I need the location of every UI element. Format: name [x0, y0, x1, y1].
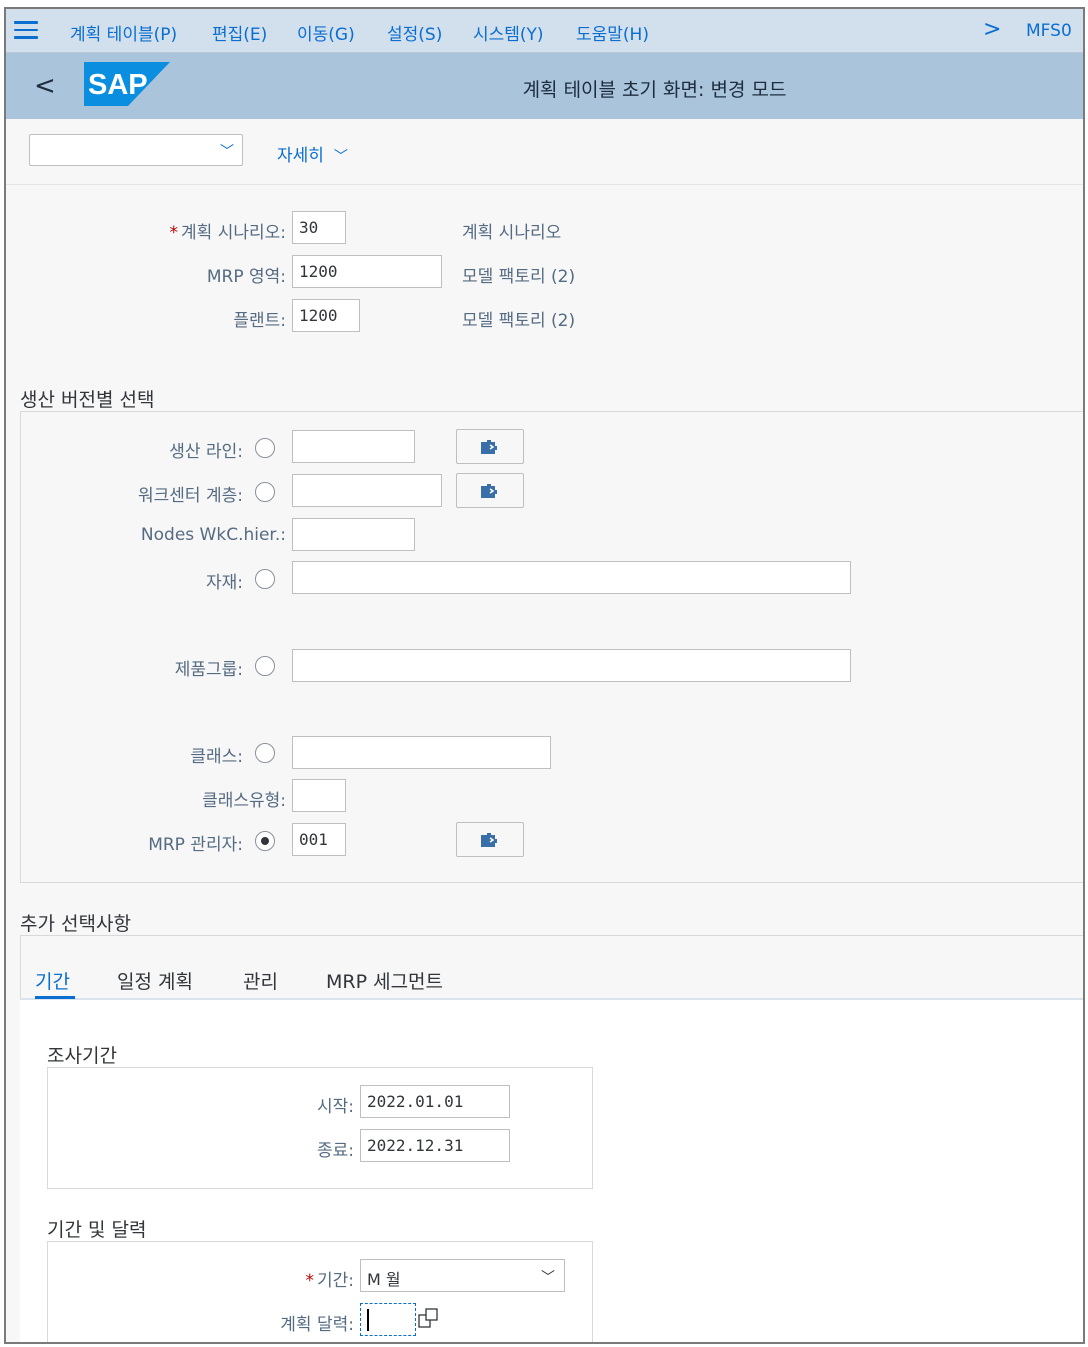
text-cursor — [367, 1309, 369, 1331]
mrp-controller-selection-button[interactable] — [456, 822, 524, 857]
end-date-input[interactable]: 2022.12.31 — [360, 1129, 510, 1162]
wc-hier-selection-button[interactable] — [456, 473, 524, 508]
tab-administration[interactable]: 관리 — [243, 967, 278, 994]
product-group-label: 제품그룹: — [174, 660, 243, 680]
plant-input[interactable]: 1200 — [292, 299, 360, 332]
mrp-controller-label: MRP 관리자: — [148, 835, 243, 855]
menu-planning-table[interactable]: 계획 테이블(P) — [70, 20, 177, 45]
calendar-label: 계획 달력: — [280, 1315, 354, 1335]
scenario-desc: 계획 시나리오 — [462, 223, 562, 243]
mrp-area-label: MRP 영역: — [206, 267, 286, 287]
nodes-label: Nodes WkC.hier.: — [140, 525, 286, 545]
variant-dropdown[interactable]: ﹀ — [29, 134, 243, 166]
line-selection-button[interactable] — [456, 429, 524, 464]
product-group-radio[interactable] — [255, 656, 275, 676]
start-date-input[interactable]: 2022.01.01 — [360, 1085, 510, 1118]
tab-scheduling[interactable]: 일정 계획 — [117, 967, 193, 994]
menu-bar: 계획 테이블(P) 편집(E) 이동(G) 설정(S) 시스템(Y) 도움말(H… — [6, 9, 1083, 53]
menu-system[interactable]: 시스템(Y) — [473, 20, 544, 45]
puzzle-icon — [481, 484, 497, 498]
menu-help[interactable]: 도움말(H) — [576, 20, 649, 45]
material-input[interactable] — [292, 561, 851, 594]
puzzle-icon — [481, 833, 497, 847]
menu-edit[interactable]: 편집(E) — [212, 20, 267, 45]
mrp-area-desc: 모델 팩토리 (2) — [462, 267, 576, 287]
hamburger-menu-icon[interactable] — [14, 21, 38, 41]
chevron-right-icon[interactable]: > — [983, 17, 1001, 42]
toolbar: ﹀ 자세히 ﹀ — [6, 119, 1083, 185]
material-radio[interactable] — [255, 569, 275, 589]
mrp-area-input[interactable]: 1200 — [292, 255, 442, 288]
eval-period-title: 조사기간 — [47, 1045, 117, 1067]
period-calendar-title: 기간 및 달력 — [47, 1219, 147, 1241]
product-group-input[interactable] — [292, 649, 851, 682]
shell-header: < SAP 계획 테이블 초기 화면: 변경 모드 — [6, 53, 1083, 119]
chevron-down-icon[interactable]: ﹀ — [541, 1267, 555, 1287]
line-input[interactable] — [292, 430, 415, 463]
period-label: * 기간: — [305, 1271, 354, 1291]
wc-hier-label: 워크센터 계층: — [138, 486, 243, 506]
line-label: 생산 라인: — [169, 442, 243, 462]
plant-desc: 모델 팩토리 (2) — [462, 311, 576, 331]
tab-mrp-segment[interactable]: MRP 세그먼트 — [326, 967, 443, 994]
scenario-label: * 계획 시나리오: — [169, 223, 286, 243]
additional-selection-title: 추가 선택사항 — [20, 913, 131, 935]
wc-hier-radio[interactable] — [255, 482, 275, 502]
sap-window: 계획 테이블(P) 편집(E) 이동(G) 설정(S) 시스템(Y) 도움말(H… — [4, 7, 1085, 1344]
class-input[interactable] — [292, 736, 551, 769]
class-type-input[interactable] — [292, 779, 346, 812]
end-label: 종료: — [316, 1141, 354, 1161]
period-value: M 월 — [367, 1270, 401, 1289]
material-label: 자재: — [205, 573, 243, 593]
line-radio[interactable] — [255, 438, 275, 458]
chevron-down-icon: ﹀ — [220, 144, 234, 160]
puzzle-icon — [481, 440, 497, 454]
mrp-controller-radio[interactable] — [255, 831, 275, 851]
mrp-controller-input[interactable]: 001 — [292, 823, 346, 856]
period-select[interactable]: M 월 — [360, 1259, 565, 1292]
more-label: 자세히 — [277, 146, 324, 166]
scenario-input[interactable]: 30 — [292, 211, 346, 244]
start-label: 시작: — [316, 1097, 354, 1117]
page-title: 계획 테이블 초기 화면: 변경 모드 — [522, 79, 787, 101]
menu-settings[interactable]: 설정(S) — [387, 20, 442, 45]
transaction-code: MFS0 — [1026, 21, 1072, 41]
class-type-label: 클래스유형: — [202, 791, 286, 811]
active-tab-indicator — [35, 996, 75, 999]
class-label: 클래스: — [190, 747, 243, 767]
plant-label: 플랜트: — [233, 311, 286, 331]
more-button[interactable]: 자세히 ﹀ — [277, 141, 348, 166]
class-radio[interactable] — [255, 743, 275, 763]
nodes-input[interactable] — [292, 518, 415, 551]
eval-period-group — [47, 1067, 593, 1189]
production-version-title: 생산 버전별 선택 — [20, 389, 155, 411]
wc-hier-input[interactable] — [292, 474, 442, 507]
menu-goto[interactable]: 이동(G) — [297, 20, 355, 45]
chevron-down-icon: ﹀ — [333, 149, 348, 165]
tab-period[interactable]: 기간 — [35, 967, 70, 994]
value-help-icon[interactable] — [418, 1307, 440, 1331]
